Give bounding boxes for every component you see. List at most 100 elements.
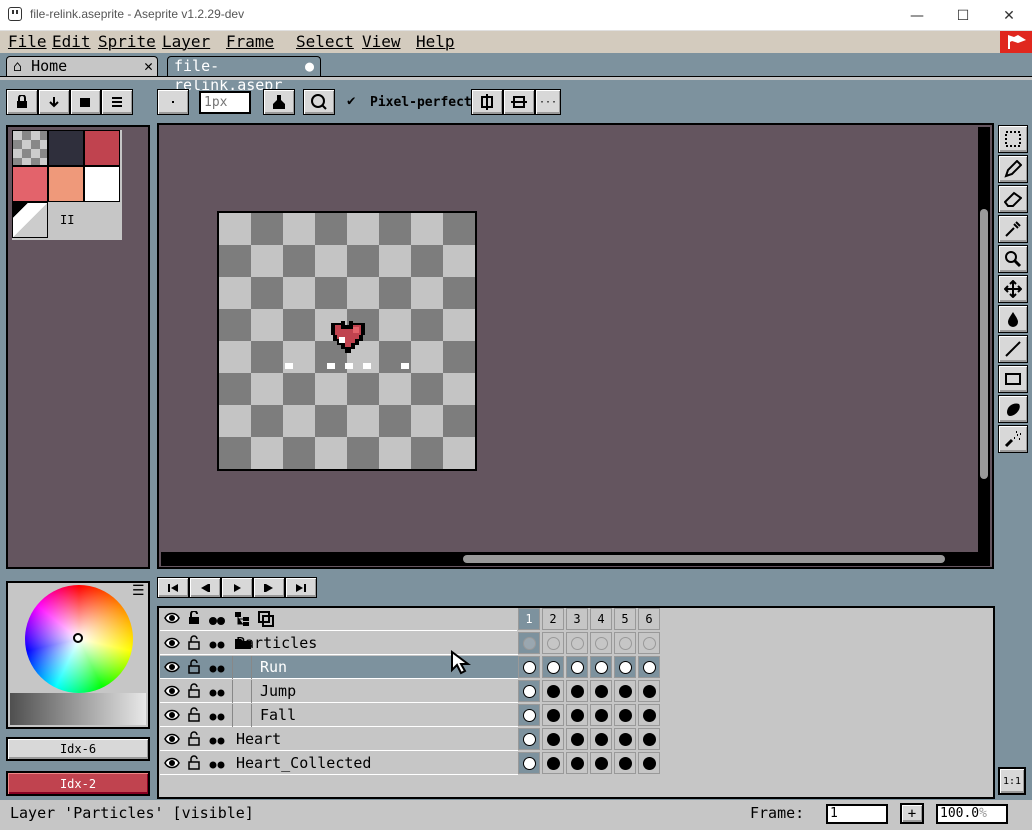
maximize-button[interactable]: ☐ [940,0,986,31]
lock-icon[interactable] [6,89,38,115]
unlocked-icon[interactable] [188,683,200,702]
frame-header-6[interactable]: 6 [638,608,660,630]
background-color-button[interactable]: Idx-2 [6,771,150,796]
layer-tree-header-icon[interactable] [234,611,250,631]
add-frame-button[interactable]: + [900,803,924,824]
contour-tool-icon[interactable] [998,395,1028,423]
menu-layer[interactable]: Layer [162,32,210,51]
visibility-header-icon[interactable] [164,611,180,629]
menu-help[interactable]: Help [416,32,455,51]
cel[interactable] [518,704,540,726]
cel[interactable] [590,632,612,654]
rectangle-tool-icon[interactable] [998,365,1028,393]
actual-size-button[interactable]: 1:1 [998,767,1026,795]
continuous-icon[interactable] [208,711,226,727]
eyedropper-tool-icon[interactable] [998,215,1028,243]
cel[interactable] [542,680,564,702]
color-wheel[interactable] [25,585,133,693]
layer-row[interactable]: Heart [160,728,518,751]
pixel-perfect-label[interactable]: Pixel-perfect [370,95,472,110]
next-frame-icon[interactable] [253,577,285,598]
continuous-icon[interactable] [208,663,226,679]
cel[interactable] [590,752,612,774]
eye-icon[interactable] [164,660,180,678]
cel[interactable] [542,752,564,774]
cel[interactable] [614,728,636,750]
notifications-flag-icon[interactable] [1000,31,1032,53]
unlocked-icon[interactable] [188,755,200,774]
symmetry-vertical-icon[interactable] [471,89,503,115]
checkmark-icon[interactable]: ✔ [347,93,355,109]
palette-swatch-transparent[interactable] [12,130,48,166]
tab-file-relink[interactable]: file-relink.asepr ● [167,56,321,94]
minimize-button[interactable]: — [894,0,940,31]
frame-header-5[interactable]: 5 [614,608,636,630]
vertical-scrollbar[interactable] [978,127,990,554]
palette-swatch-red[interactable] [84,130,120,166]
cel[interactable] [614,680,636,702]
cel[interactable] [566,656,588,678]
onion-skin-header-icon[interactable] [258,611,274,631]
eye-icon[interactable] [164,708,180,726]
menu-edit[interactable]: Edit [52,32,91,51]
cel[interactable] [590,728,612,750]
cel[interactable] [542,656,564,678]
eye-icon[interactable] [164,756,180,774]
cel[interactable] [518,656,540,678]
continuous-icon[interactable] [208,735,226,751]
last-frame-icon[interactable] [285,577,317,598]
cel[interactable] [566,728,588,750]
cel[interactable] [614,656,636,678]
frame-header-4[interactable]: 4 [590,608,612,630]
cel[interactable] [638,728,660,750]
symmetry-horizontal-icon[interactable] [503,89,535,115]
palette-swatch-white[interactable] [84,166,120,202]
zoom-tool-icon[interactable] [998,245,1028,273]
menu-lines-icon[interactable] [101,89,133,115]
tab-home[interactable]: ⌂ Home ✕ [6,56,158,77]
color-wheel-cursor[interactable] [73,633,83,643]
cel[interactable] [614,752,636,774]
cel[interactable] [518,728,540,750]
menu-sprite[interactable]: Sprite [98,32,156,51]
more-options-button[interactable]: ··· [535,89,561,115]
close-window-button[interactable]: ✕ [986,0,1032,31]
eye-icon[interactable] [164,732,180,750]
eye-icon[interactable] [164,636,180,654]
unlocked-icon[interactable] [188,635,200,654]
pencil-tool-icon[interactable] [998,155,1028,183]
cel[interactable] [566,752,588,774]
sprite-canvas[interactable] [217,211,477,471]
layer-row[interactable]: Fall [160,704,518,727]
continuous-icon[interactable] [208,687,226,703]
brush-size-input[interactable] [199,91,251,114]
zoom-field[interactable]: 100.0% [936,804,1008,824]
square-icon[interactable] [69,89,102,115]
cel[interactable] [590,704,612,726]
layer-row[interactable]: Jump [160,680,518,703]
cel[interactable] [566,632,588,654]
vertical-scroll-thumb[interactable] [980,209,988,479]
move-tool-icon[interactable] [998,275,1028,303]
cel[interactable] [638,632,660,654]
cel[interactable] [542,728,564,750]
menu-file[interactable]: File [8,32,47,51]
frame-header-2[interactable]: 2 [542,608,564,630]
frame-header-1[interactable]: 1 [518,608,540,630]
play-icon[interactable] [221,577,253,598]
cel[interactable] [566,704,588,726]
frame-field[interactable]: 1 [826,804,888,824]
lock-header-icon[interactable] [188,610,200,629]
horizontal-scroll-thumb[interactable] [463,555,945,563]
marquee-tool-icon[interactable] [998,125,1028,153]
ink-icon[interactable] [263,89,295,115]
unlocked-icon[interactable] [188,707,200,726]
cel[interactable] [638,680,660,702]
spray-tool-icon[interactable] [998,425,1028,453]
paint-bucket-tool-icon[interactable] [998,305,1028,333]
cel[interactable] [518,632,540,654]
foreground-color-button[interactable]: Idx-6 [6,737,150,761]
cel[interactable] [638,656,660,678]
color-wheel-menu-icon[interactable]: ☰ [132,583,145,599]
continuous-icon[interactable] [208,759,226,775]
